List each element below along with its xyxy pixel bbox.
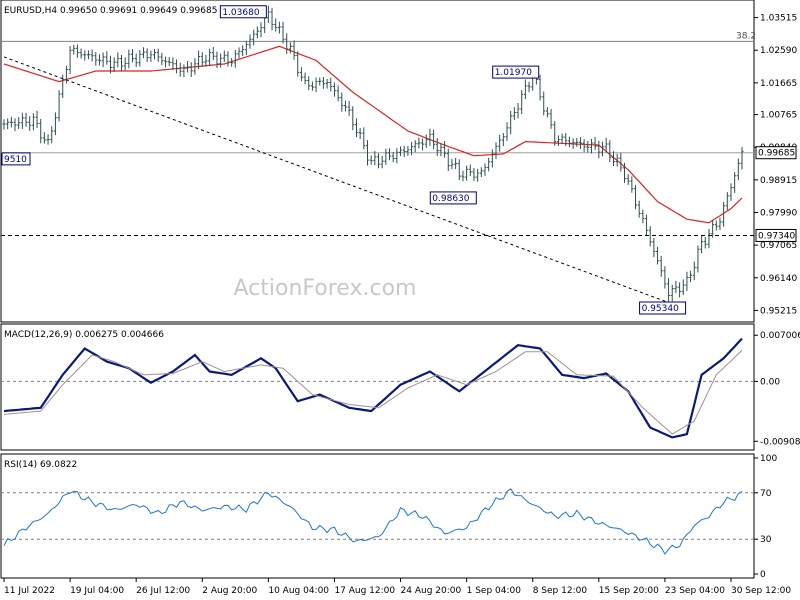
time-axis-label: 11 Jul 2022 — [4, 586, 55, 596]
rsi-panel: RSI(14) 69.0822 — [0, 453, 755, 579]
price-tag-current-price: 0.99685 — [755, 146, 797, 160]
time-axis-label: 19 Jul 04:00 — [70, 586, 124, 596]
macd-axis-label: -0.009082 — [760, 437, 800, 447]
price-callout-text: 0.98630 — [432, 194, 469, 204]
price-tag-support: 0.97340 — [755, 228, 797, 242]
time-axis-label: 15 Sep 20:00 — [599, 586, 659, 596]
rsi-axis: 100 70 30 0 — [754, 454, 777, 580]
fib-level-label: 38.2 — [736, 31, 756, 41]
rsi-axis-label: 70 — [760, 489, 772, 499]
time-axis-label: 10 Aug 04:00 — [268, 586, 329, 596]
price-panel: 38.2 EURUSD,H4 0.99650 0.99691 0.99649 0… — [0, 0, 756, 323]
price-axis-label: 1.01665 — [760, 79, 797, 89]
price-callout: 1.01970 — [492, 65, 540, 79]
rsi-axis-label: 0 — [760, 570, 766, 580]
watermark: ActionForex.com — [234, 276, 417, 301]
price-axis-label: 1.02590 — [760, 46, 797, 56]
price-axis-label: 0.95215 — [760, 306, 797, 316]
macd-axis-label: 0.00 — [760, 377, 780, 387]
price-axis-label: 1.00765 — [760, 111, 797, 121]
price-axis-label: 0.98915 — [760, 176, 797, 186]
macd-header: MACD(12,26,9) 0.006275 0.004666 — [4, 330, 164, 340]
price-callout: 9510 — [1, 152, 31, 166]
price-callout-text: 1.03680 — [222, 8, 259, 18]
price-callout-text: 9510 — [4, 155, 27, 165]
price-callout-text: 0.95340 — [642, 304, 679, 314]
time-axis-label: 8 Sep 12:00 — [533, 586, 588, 596]
rsi-axis-label: 30 — [760, 535, 772, 545]
price-callout: 1.03680 — [219, 5, 267, 19]
price-callout: 0.98630 — [429, 191, 477, 205]
macd-axis-label: 0.007006 — [760, 331, 800, 341]
price-tag-text: 0.99685 — [758, 149, 795, 159]
price-axis-label: 0.96140 — [760, 274, 797, 284]
chart-canvas: 38.2 EURUSD,H4 0.99650 0.99691 0.99649 0… — [0, 0, 800, 596]
price-axis: 1.035151.025901.016651.007650.998400.989… — [754, 14, 797, 316]
price-axis-label: 0.97990 — [760, 209, 797, 219]
price-callout: 0.95340 — [639, 301, 687, 315]
time-axis-label: 23 Sep 04:00 — [665, 586, 725, 596]
price-tag-text: 0.97340 — [758, 231, 795, 241]
rsi-axis-label: 100 — [760, 454, 777, 464]
rsi-header: RSI(14) 69.0822 — [4, 460, 77, 470]
price-axis-label: 0.97065 — [760, 241, 797, 251]
time-axis-label: 1 Sep 04:00 — [467, 586, 522, 596]
time-axis-label: 2 Aug 20:00 — [202, 586, 257, 596]
time-axis-label: 17 Aug 12:00 — [334, 586, 395, 596]
price-panel-header: EURUSD,H4 0.99650 0.99691 0.99649 0.9968… — [4, 6, 217, 16]
price-axis-label: 1.03515 — [760, 14, 797, 24]
time-axis-label: 30 Sep 12:00 — [731, 586, 791, 596]
macd-axis: 0.007006 0.00 -0.009082 — [754, 331, 800, 447]
macd-panel: MACD(12,26,9) 0.006275 0.004666 — [0, 323, 755, 451]
time-axis: 11 Jul 2022 19 Jul 04:00 26 Jul 12:00 2 Aug… — [3, 578, 791, 596]
time-axis-label: 26 Jul 12:00 — [136, 586, 190, 596]
time-axis-label: 24 Aug 20:00 — [401, 586, 462, 596]
price-callout-text: 1.01970 — [495, 68, 532, 78]
